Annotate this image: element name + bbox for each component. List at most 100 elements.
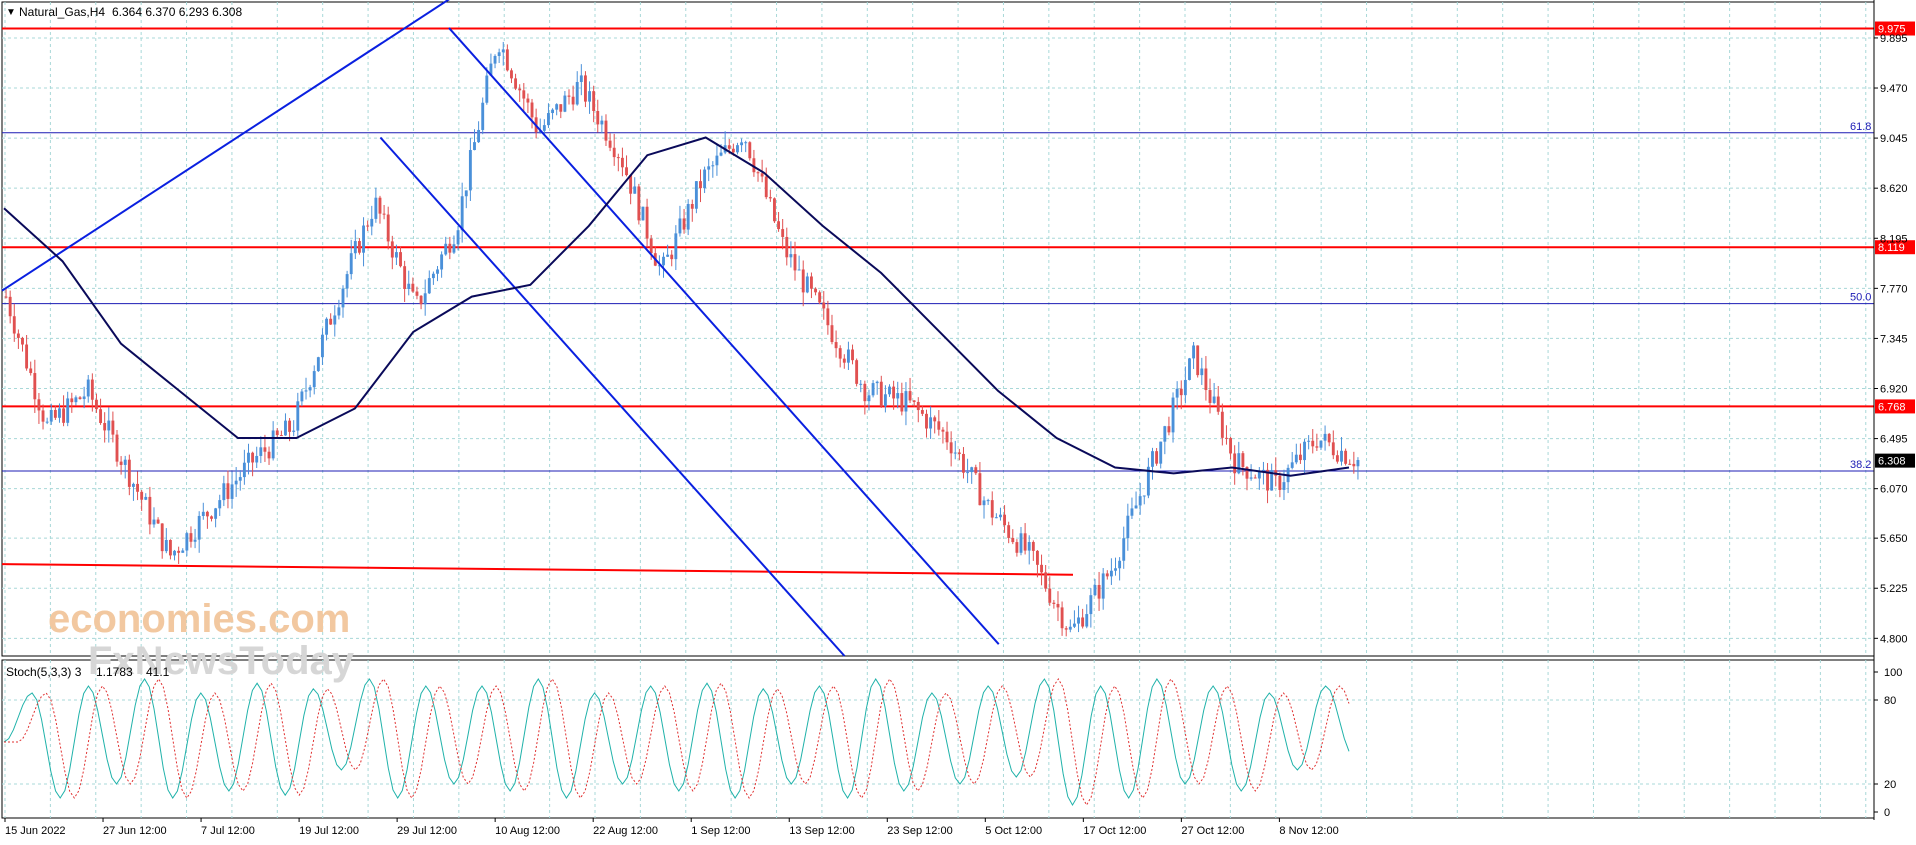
- candle-body: [103, 423, 107, 431]
- candle-body: [703, 169, 707, 189]
- candle-body: [1155, 451, 1159, 464]
- candle-body: [8, 296, 12, 317]
- candle-body: [789, 254, 793, 258]
- stoch-tick-label: 20: [1884, 779, 1896, 791]
- candle-body: [1011, 537, 1015, 543]
- candle-body: [1126, 515, 1130, 539]
- candle-body: [123, 459, 127, 465]
- candle-body: [916, 401, 920, 411]
- candle-body: [760, 173, 764, 177]
- candle-body: [378, 197, 382, 214]
- candle-body: [990, 500, 994, 518]
- candle-body: [941, 429, 945, 432]
- candle-body: [1142, 495, 1146, 497]
- chart-menu-icon[interactable]: ▼: [6, 7, 16, 18]
- price-tick-label: 5.225: [1880, 583, 1908, 595]
- candle-body: [563, 95, 567, 112]
- candle-body: [288, 420, 292, 432]
- candle-body: [349, 253, 353, 275]
- candle-body: [58, 408, 61, 418]
- candle-body: [1134, 505, 1138, 509]
- candle-body: [107, 420, 111, 431]
- candle-body: [851, 349, 854, 361]
- candle-body: [1060, 607, 1064, 629]
- candle-body: [45, 421, 49, 423]
- candle-body: [1220, 411, 1224, 438]
- candle-body: [33, 373, 37, 400]
- candle-body: [78, 397, 82, 400]
- candle-body: [70, 398, 74, 403]
- price-tick-label: 6.920: [1880, 384, 1908, 396]
- candle-body: [238, 477, 242, 481]
- candle-body: [957, 452, 961, 454]
- candle-body: [583, 75, 587, 102]
- candle-body: [82, 396, 86, 400]
- candle-body: [255, 455, 259, 463]
- time-tick-label: 27 Jun 12:00: [103, 825, 167, 837]
- candle-body: [1298, 454, 1302, 461]
- candle-body: [90, 379, 94, 400]
- candle-body: [731, 148, 735, 153]
- candle-body: [329, 318, 333, 325]
- candle-body: [846, 349, 850, 363]
- candle-body: [127, 459, 131, 487]
- candle-body: [1035, 550, 1039, 565]
- candle-body: [596, 110, 600, 125]
- candle-body: [1216, 396, 1220, 412]
- candle-body: [612, 147, 616, 158]
- candle-body: [12, 316, 16, 334]
- candle-body: [888, 386, 891, 395]
- candle-body: [452, 244, 456, 253]
- candle-body: [1183, 379, 1187, 396]
- time-tick-label: 7 Jul 12:00: [201, 825, 255, 837]
- candle-body: [1122, 538, 1126, 561]
- candle-body: [140, 491, 144, 500]
- candle-body: [1331, 442, 1335, 456]
- candle-body: [1003, 514, 1007, 526]
- candle-body: [501, 49, 505, 53]
- candle-body: [411, 283, 415, 292]
- candle-body: [834, 342, 838, 349]
- candle-body: [173, 550, 176, 556]
- candle-body: [271, 430, 275, 459]
- candle-body: [242, 462, 246, 478]
- candle-body: [296, 401, 300, 431]
- candle-body: [1044, 572, 1048, 589]
- candle-body: [773, 198, 776, 222]
- candle-body: [678, 218, 682, 234]
- candle-body: [514, 78, 518, 89]
- candle-body: [1352, 463, 1356, 467]
- candle-body: [1315, 446, 1319, 448]
- candle-body: [247, 452, 250, 463]
- candle-body: [986, 500, 990, 502]
- candle-body: [974, 467, 978, 474]
- candle-body: [925, 413, 928, 429]
- candle-body: [115, 434, 119, 462]
- candle-body: [904, 391, 908, 412]
- candle-body: [275, 430, 279, 436]
- candle-body: [1348, 463, 1352, 465]
- candle-body: [1130, 508, 1134, 516]
- candle-body: [464, 190, 468, 197]
- candle-body: [177, 550, 181, 553]
- stoch-axis: 100 80 20 0: [1874, 667, 1902, 819]
- candle-body: [95, 399, 98, 410]
- candle-body: [468, 150, 472, 191]
- candle-body: [1311, 440, 1315, 447]
- candle-body: [1303, 441, 1306, 461]
- stoch-value-k: 1.1783: [96, 665, 133, 679]
- candle-body: [1072, 623, 1076, 627]
- candle-body: [353, 241, 357, 254]
- candle-body: [588, 91, 591, 102]
- candle-body: [641, 206, 645, 221]
- candle-body: [456, 230, 460, 245]
- candle-body: [592, 91, 596, 111]
- candle-body: [1290, 462, 1294, 468]
- candle-body: [637, 186, 641, 221]
- stoch-tick-label: 100: [1884, 667, 1902, 679]
- candle-body: [201, 511, 205, 516]
- candle-body: [390, 241, 394, 258]
- price-tick-label: 8.195: [1880, 233, 1908, 245]
- candle-body: [160, 523, 164, 552]
- candle-body: [809, 276, 813, 289]
